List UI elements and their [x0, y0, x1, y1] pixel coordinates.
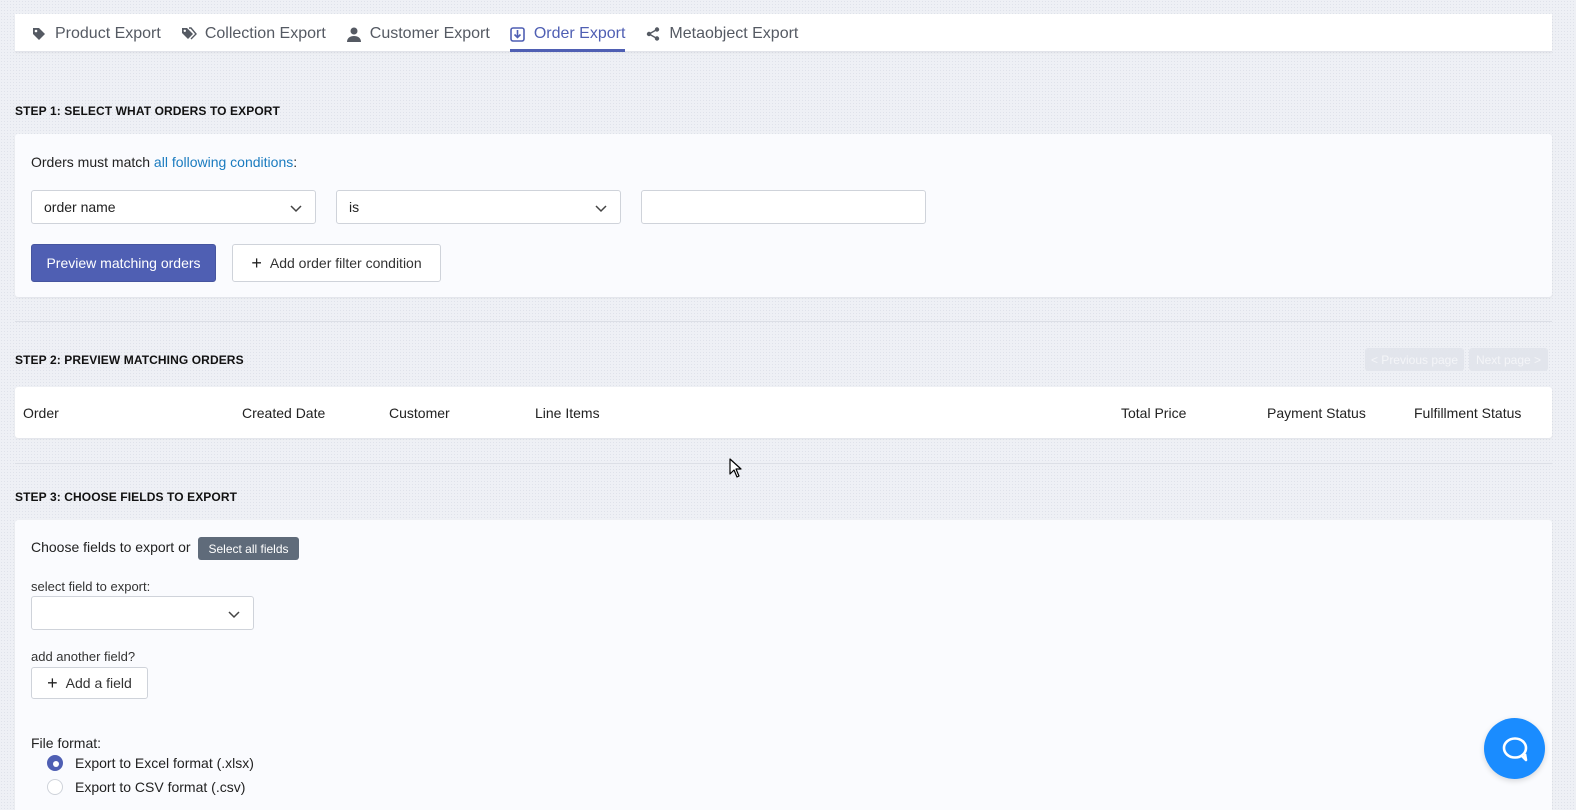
radio-checked[interactable]	[47, 755, 63, 771]
tab-label: Customer Export	[369, 25, 490, 42]
download-box-icon	[510, 26, 526, 42]
column-header-fulfillment-status: Fulfillment Status	[1414, 405, 1522, 421]
plus-icon: +	[47, 673, 58, 693]
filter-operator-select[interactable]: is	[336, 190, 621, 224]
format-option-xlsx[interactable]: Export to Excel format (.xlsx)	[47, 755, 254, 771]
format-csv-label: Export to CSV format (.csv)	[75, 779, 246, 795]
mouse-cursor-icon	[729, 458, 742, 478]
tab-label: Metaobject Export	[669, 25, 799, 42]
tab-label: Product Export	[55, 25, 161, 42]
chat-bubble-icon	[1502, 736, 1527, 761]
column-header-payment-status: Payment Status	[1267, 405, 1366, 421]
tab-collection-export[interactable]: Collection Export	[181, 13, 326, 51]
step3-title: STEP 3: CHOOSE FIELDS TO EXPORT	[15, 490, 238, 504]
conditions-suffix: :	[293, 154, 298, 170]
format-option-csv[interactable]: Export to CSV format (.csv)	[47, 779, 245, 795]
conditions-link[interactable]: all following conditions	[154, 154, 293, 170]
step1-title: STEP 1: SELECT WHAT ORDERS TO EXPORT	[15, 104, 280, 118]
user-icon	[346, 26, 362, 42]
file-format-label: File format:	[31, 735, 102, 751]
tab-metaobject-export[interactable]: Metaobject Export	[645, 13, 798, 51]
column-header-customer: Customer	[389, 405, 450, 421]
radio-unchecked[interactable]	[47, 779, 63, 795]
tab-customer-export[interactable]: Customer Export	[346, 13, 490, 51]
column-header-created-date: Created Date	[242, 405, 326, 421]
tags-icon	[181, 26, 197, 42]
choose-fields-text: Choose fields to export or	[31, 539, 191, 555]
column-header-total-price: Total Price	[1121, 405, 1187, 421]
chevron-down-icon	[595, 205, 607, 213]
add-condition-label: Add order filter condition	[269, 255, 422, 271]
filter-value-input[interactable]	[641, 190, 926, 224]
conditions-prefix: Orders must match	[31, 154, 154, 170]
chevron-down-icon	[228, 611, 240, 619]
tab-label: Order Export	[533, 25, 626, 42]
export-field-select[interactable]	[31, 596, 254, 630]
step2-title: STEP 2: PREVIEW MATCHING ORDERS	[15, 353, 244, 367]
column-header-order: Order	[23, 405, 59, 421]
add-another-field-label: add another field?	[31, 649, 136, 664]
filter-field-select[interactable]: order name	[31, 190, 316, 224]
add-order-filter-button[interactable]: + Add order filter condition	[232, 244, 441, 282]
chat-widget-button[interactable]	[1484, 718, 1545, 779]
tab-label: Collection Export	[204, 25, 326, 42]
preview-matching-orders-button[interactable]: Preview matching orders	[31, 244, 216, 282]
tag-icon	[31, 26, 47, 42]
conditions-text: Orders must match all following conditio…	[31, 154, 297, 170]
export-tabs: Product Export Collection Export Custome…	[15, 14, 1552, 52]
format-xlsx-label: Export to Excel format (.xlsx)	[75, 755, 254, 771]
add-field-button[interactable]: + Add a field	[31, 667, 148, 699]
add-field-label: Add a field	[65, 675, 132, 691]
filter-operator-value: is	[349, 199, 360, 215]
chevron-down-icon	[290, 205, 302, 213]
next-page-button[interactable]: Next page >	[1469, 348, 1548, 371]
divider	[15, 463, 1552, 464]
tab-product-export[interactable]: Product Export	[31, 13, 161, 51]
select-field-label: select field to export:	[31, 579, 151, 594]
tab-order-export[interactable]: Order Export	[509, 13, 626, 52]
divider	[15, 321, 1552, 322]
share-icon	[645, 26, 661, 42]
select-all-fields-button[interactable]: Select all fields	[198, 537, 299, 560]
filter-field-value: order name	[44, 199, 116, 215]
plus-icon: +	[251, 253, 262, 273]
column-header-line-items: Line Items	[535, 405, 600, 421]
previous-page-button[interactable]: < Previous page	[1365, 348, 1464, 371]
